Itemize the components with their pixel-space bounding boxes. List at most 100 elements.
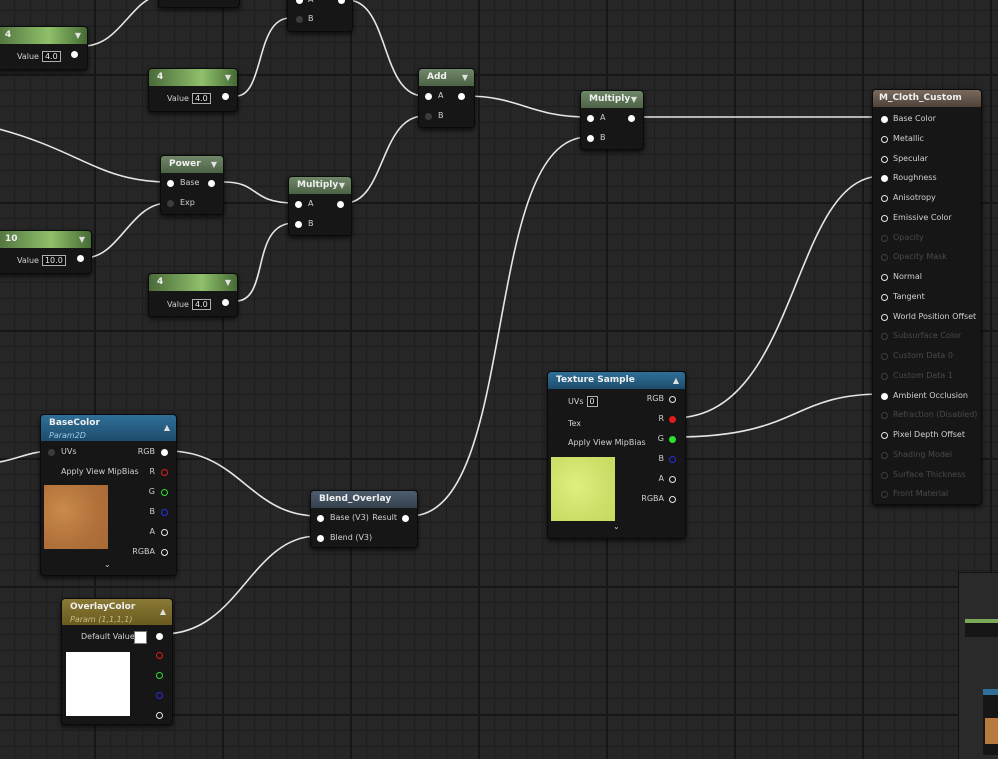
output-pin-a[interactable] (156, 712, 163, 719)
output-pin-rgb[interactable] (161, 449, 168, 456)
chevron-down-icon[interactable]: ▼ (339, 177, 345, 194)
node-header[interactable]: Power ▼ (161, 156, 223, 173)
material-input-pin[interactable] (881, 471, 888, 479)
value-input[interactable]: 4.0 (41, 51, 61, 62)
expand-icon[interactable]: ⌄ (104, 560, 111, 569)
output-pin-b[interactable] (161, 509, 168, 516)
material-input-pin[interactable] (881, 195, 888, 202)
overlaycolor-vector-param-node[interactable]: OverlayColor Param (1,1,1,1) ▲ Default V… (61, 598, 173, 725)
value-input[interactable]: 4.0 (191, 299, 211, 310)
input-pin-b[interactable] (425, 113, 432, 120)
output-pin-result[interactable] (402, 515, 409, 522)
material-input-pin[interactable] (881, 392, 888, 400)
node-header[interactable]: OverlayColor Param (1,1,1,1) ▲ (62, 599, 172, 625)
output-pin-b[interactable] (156, 692, 163, 699)
output-pin[interactable] (222, 93, 229, 100)
chevron-down-icon[interactable]: ▼ (225, 274, 231, 291)
chevron-down-icon[interactable]: ▼ (211, 156, 217, 173)
input-pin-b[interactable] (295, 221, 302, 228)
input-pin-uvs[interactable] (48, 449, 55, 456)
material-input-pin[interactable] (881, 491, 888, 499)
output-pin-a[interactable] (161, 529, 168, 536)
node-header[interactable]: Texture Sample ▲ (548, 372, 685, 389)
constant-node-4-top[interactable]: 4 ▼ Value 4.0 (0, 26, 88, 70)
input-pin-uvs[interactable] (555, 398, 562, 405)
node-header[interactable]: 4 ▼ (149, 69, 237, 86)
input-pin-a[interactable] (425, 93, 432, 100)
graph-minimap[interactable] (958, 572, 998, 759)
input-pin-a[interactable] (295, 201, 302, 208)
chevron-down-icon[interactable]: ▼ (462, 69, 468, 86)
output-pin-rgb[interactable] (669, 396, 676, 403)
material-input-pin[interactable] (881, 175, 888, 183)
input-pin-mip[interactable] (48, 469, 55, 476)
material-input-pin[interactable] (881, 116, 888, 123)
material-input-pin[interactable] (881, 274, 888, 281)
constant-node-4-low[interactable]: 4 ▼ Value 4.0 (148, 273, 238, 317)
output-pin-g[interactable] (156, 672, 163, 679)
chevron-down-icon[interactable]: ▼ (75, 27, 81, 44)
material-input-pin[interactable] (881, 432, 888, 439)
node-header[interactable]: Add ▼ (419, 69, 474, 86)
chevron-up-icon[interactable]: ▲ (164, 421, 170, 434)
output-pin-rgba[interactable] (156, 633, 163, 640)
node-header[interactable]: BaseColor Param2D ▲ (41, 415, 176, 441)
node-header[interactable]: 4 ▼ (149, 274, 237, 291)
chevron-down-icon[interactable]: ▼ (225, 69, 231, 86)
input-pin-exp[interactable] (167, 200, 174, 207)
output-pin-b[interactable] (669, 456, 676, 463)
output-pin[interactable] (222, 299, 229, 306)
partial-node-top-left[interactable] (158, 0, 240, 8)
output-pin-r[interactable] (669, 416, 676, 423)
input-pin-b[interactable] (296, 16, 303, 23)
multiply-node-1[interactable]: Multiply ▼ A B (288, 176, 352, 236)
basecolor-texture-param-node[interactable]: BaseColor Param2D ▲ UVs Apply View MipBi… (40, 414, 177, 576)
node-header[interactable]: Blend_Overlay (311, 491, 417, 508)
material-input-pin[interactable] (881, 293, 888, 301)
node-header[interactable]: 4 ▼ (0, 27, 87, 44)
material-input-pin[interactable] (881, 353, 888, 360)
blend-overlay-node[interactable]: Blend_Overlay Base (V3) Blend (V3) Resul… (310, 490, 418, 548)
uvs-input[interactable]: 0 (586, 396, 598, 407)
input-pin-blend[interactable] (317, 535, 324, 542)
constant-node-10[interactable]: 10 ▼ Value 10.0 (0, 230, 92, 274)
material-input-pin[interactable] (881, 214, 888, 222)
input-pin-mip[interactable] (555, 440, 562, 447)
material-input-pin[interactable] (881, 313, 888, 321)
material-input-pin[interactable] (881, 333, 888, 341)
output-pin-g[interactable] (669, 436, 676, 443)
input-pin-b[interactable] (587, 135, 594, 142)
input-pin-tex[interactable] (555, 421, 562, 428)
output-pin[interactable] (628, 115, 635, 122)
chevron-down-icon[interactable]: ▼ (79, 231, 85, 248)
add-node[interactable]: Add ▼ A B (418, 68, 475, 128)
node-header[interactable]: 10 ▼ (0, 231, 91, 248)
output-pin-r[interactable] (156, 652, 163, 659)
material-input-pin[interactable] (881, 234, 888, 242)
chevron-down-icon[interactable]: ▼ (631, 91, 637, 108)
material-input-pin[interactable] (881, 135, 888, 143)
output-pin-g[interactable] (161, 489, 168, 496)
output-pin[interactable] (208, 180, 215, 187)
input-pin-a[interactable] (587, 115, 594, 122)
node-header[interactable]: Multiply ▼ (581, 91, 643, 108)
material-input-pin[interactable] (881, 254, 888, 262)
input-pin-base[interactable] (167, 180, 174, 187)
chevron-up-icon[interactable]: ▲ (160, 605, 166, 618)
texture-sample-node[interactable]: Texture Sample ▲ UVs 0 Tex Apply View Mip… (547, 371, 686, 539)
multiply-node-2[interactable]: Multiply ▼ A B (580, 90, 644, 150)
input-pin-a[interactable] (296, 0, 303, 4)
output-pin[interactable] (458, 93, 465, 100)
output-pin-rgba[interactable] (669, 496, 676, 503)
constant-node-4-mid[interactable]: 4 ▼ Value 4.0 (148, 68, 238, 112)
power-node[interactable]: Power ▼ Base Exp (160, 155, 224, 215)
input-pin-base[interactable] (317, 515, 324, 522)
output-pin-a[interactable] (669, 476, 676, 483)
default-value-swatch[interactable] (134, 631, 147, 644)
material-input-pin[interactable] (881, 412, 888, 420)
output-pin[interactable] (338, 0, 345, 4)
node-header[interactable]: Multiply ▼ (289, 177, 351, 194)
chevron-up-icon[interactable]: ▲ (673, 372, 679, 389)
partial-node-top[interactable]: A B (287, 0, 353, 32)
output-pin[interactable] (77, 255, 84, 262)
